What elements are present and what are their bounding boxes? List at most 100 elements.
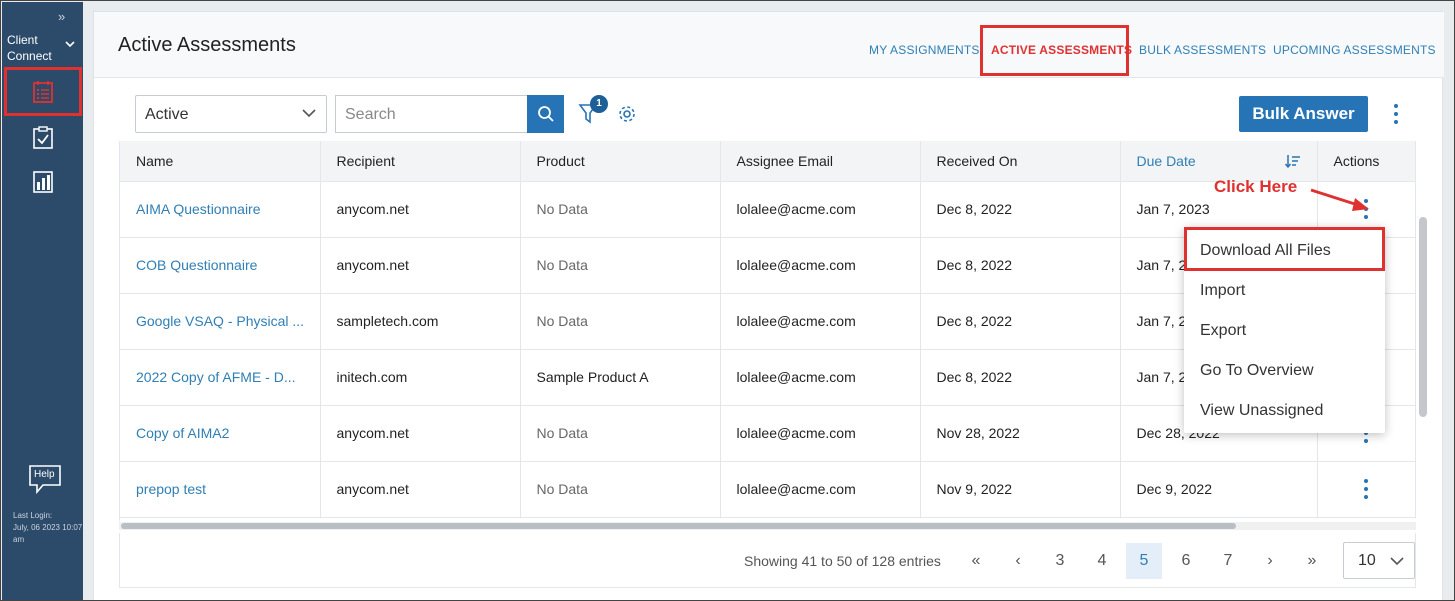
next-page-button[interactable]: › (1252, 543, 1288, 579)
chevron-down-icon (1390, 557, 1404, 566)
sidebar-item-assessments[interactable] (4, 67, 82, 116)
sidebar-item-reports[interactable] (2, 160, 83, 204)
search-input[interactable]: Search (335, 95, 528, 133)
cell-assignee-email: lolalee@acme.com (720, 349, 921, 406)
cell-assignee-email: lolalee@acme.com (720, 405, 921, 462)
cell-actions (1317, 461, 1416, 518)
menu-item-import[interactable]: Import (1200, 282, 1245, 300)
cell-assignee-email: lolalee@acme.com (720, 181, 921, 238)
first-page-button[interactable]: « (958, 543, 994, 579)
status-select-value: Active (145, 106, 189, 123)
page-7-button[interactable]: 7 (1210, 543, 1246, 579)
page-size-select[interactable]: 10 (1343, 542, 1415, 579)
search-icon (537, 106, 554, 122)
search-button[interactable] (527, 95, 564, 133)
last-login-label: Last Login: (13, 511, 53, 520)
chevron-down-icon (302, 109, 316, 118)
tab-upcoming-assessments[interactable]: UPCOMING ASSESSMENTS (1273, 43, 1436, 57)
tab-bulk-assessments[interactable]: BULK ASSESSMENTS (1139, 43, 1266, 57)
cell-name[interactable]: prepop test (120, 461, 321, 518)
help-button[interactable]: Help (28, 464, 62, 494)
cell-recipient: anycom.net (320, 237, 521, 294)
cell-product: No Data (520, 237, 721, 294)
sidebar: » Client Connect Help Last Login: July, … (2, 2, 83, 600)
column-header-received-on[interactable]: Received On (920, 141, 1121, 182)
cell-assignee-email: lolalee@acme.com (720, 461, 921, 518)
cell-due-date: Dec 9, 2022 (1120, 461, 1318, 518)
cell-product: No Data (520, 461, 721, 518)
sidebar-item-tasks[interactable] (2, 116, 83, 160)
cell-name[interactable]: Google VSAQ - Physical ... (120, 293, 321, 350)
cell-assignee-email: lolalee@acme.com (720, 237, 921, 294)
row-actions-kebab-icon[interactable] (1362, 478, 1370, 500)
download-highlight-box (1184, 227, 1385, 271)
cell-name[interactable]: Copy of AIMA2 (120, 405, 321, 462)
page-size-value: 10 (1358, 552, 1376, 569)
last-login-info: Last Login: July, 06 2023 10:07 am (13, 510, 83, 546)
horizontal-scrollbar-thumb[interactable] (121, 523, 1236, 529)
org-name-line1: Client (7, 33, 38, 47)
more-options-icon[interactable] (1388, 102, 1404, 126)
page-5-button[interactable]: 5 (1126, 543, 1162, 579)
chevron-down-icon[interactable] (65, 39, 75, 49)
click-here-annotation: Click Here (1214, 177, 1298, 196)
column-header-assignee-email[interactable]: Assignee Email (720, 141, 921, 182)
toolbar: Active Search 1 Bulk Answer (94, 78, 1444, 140)
menu-item-view-unassigned[interactable]: View Unassigned (1200, 402, 1323, 420)
column-header-actions: Actions (1317, 141, 1416, 182)
cell-received-on: Nov 28, 2022 (920, 405, 1121, 462)
tab-my-assignments[interactable]: MY ASSIGNMENTS (869, 43, 980, 57)
filter-count-badge: 1 (590, 95, 608, 113)
cell-name[interactable]: COB Questionnaire (120, 237, 321, 294)
page-title: Active Assessments (118, 34, 296, 56)
cell-recipient: anycom.net (320, 461, 521, 518)
cell-received-on: Nov 9, 2022 (920, 461, 1121, 518)
cell-product: No Data (520, 405, 721, 462)
cell-received-on: Dec 8, 2022 (920, 237, 1121, 294)
entries-summary: Showing 41 to 50 of 128 entries (744, 553, 941, 569)
page-3-button[interactable]: 3 (1042, 543, 1078, 579)
column-header-name[interactable]: Name (120, 141, 321, 182)
org-name-line2: Connect (7, 49, 52, 63)
cell-name[interactable]: 2022 Copy of AFME - D... (120, 349, 321, 406)
app-window: » Client Connect Help Last Login: July, … (0, 0, 1455, 601)
cell-recipient: initech.com (320, 349, 521, 406)
menu-item-export[interactable]: Export (1200, 322, 1246, 340)
menu-item-go-to-overview[interactable]: Go To Overview (1200, 362, 1314, 380)
cell-product: No Data (520, 181, 721, 238)
cell-received-on: Dec 8, 2022 (920, 293, 1121, 350)
sidebar-collapse-button[interactable]: » (58, 9, 65, 24)
clipboard-check-icon (32, 126, 53, 149)
due-date-header-label: Due Date (1136, 152, 1196, 169)
column-header-recipient[interactable]: Recipient (320, 141, 521, 182)
active-tab-highlight (980, 25, 1129, 76)
cell-recipient: anycom.net (320, 181, 521, 238)
sort-descending-icon[interactable] (1284, 153, 1301, 169)
table-header-row: Name Recipient Product Assignee Email Re… (120, 141, 1416, 182)
status-select[interactable]: Active (135, 95, 327, 133)
cell-recipient: anycom.net (320, 405, 521, 462)
pagination-bar: Showing 41 to 50 of 128 entries « ‹ 3 4 … (119, 533, 1416, 588)
prev-page-button[interactable]: ‹ (1000, 543, 1036, 579)
column-header-due-date[interactable]: Due Date (1120, 141, 1318, 182)
org-switcher[interactable]: Client Connect (7, 32, 67, 64)
last-page-button[interactable]: » (1294, 543, 1330, 579)
cell-received-on: Dec 8, 2022 (920, 181, 1121, 238)
cell-product: Sample Product A (520, 349, 721, 406)
horizontal-scrollbar[interactable] (119, 522, 1416, 530)
annotation-arrow-icon (1310, 188, 1369, 211)
cell-recipient: sampletech.com (320, 293, 521, 350)
page-6-button[interactable]: 6 (1168, 543, 1204, 579)
bulk-answer-button[interactable]: Bulk Answer (1239, 96, 1368, 132)
vertical-scrollbar-thumb[interactable] (1419, 217, 1427, 417)
column-header-product[interactable]: Product (520, 141, 721, 182)
cell-received-on: Dec 8, 2022 (920, 349, 1121, 406)
cell-product: No Data (520, 293, 721, 350)
page-4-button[interactable]: 4 (1084, 543, 1120, 579)
help-label: Help (34, 469, 55, 480)
assessment-list-icon (33, 80, 53, 103)
page-header: Active Assessments MY ASSIGNMENTS ACTIVE… (94, 12, 1444, 78)
table-row[interactable]: prepop test anycom.net No Data lolalee@acme… (120, 461, 1416, 518)
gear-icon[interactable] (618, 105, 636, 123)
cell-name[interactable]: AIMA Questionnaire (120, 181, 321, 238)
